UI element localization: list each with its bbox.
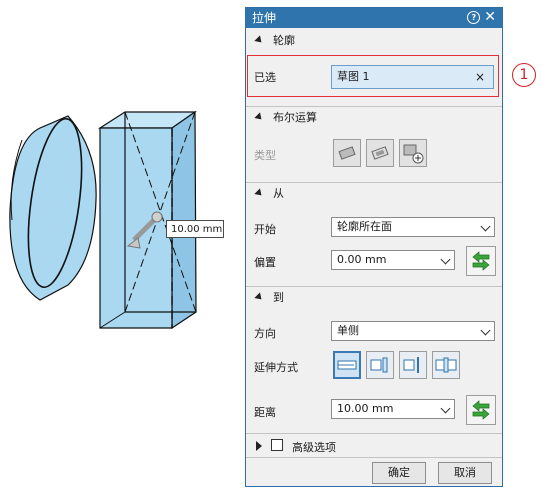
extend-through-all-button[interactable]: [432, 351, 460, 379]
graphics-viewport[interactable]: 10.00 mm: [0, 0, 240, 497]
flip-direction-button[interactable]: [466, 395, 496, 425]
ok-button[interactable]: 确定: [372, 462, 426, 484]
offset-label: 偏置: [254, 256, 276, 269]
subtract-body-icon: [371, 146, 389, 160]
dialog-title: 拉伸: [252, 11, 277, 25]
advanced-options-label: 高级选项: [292, 441, 336, 454]
extend-blind-button[interactable]: [333, 351, 361, 379]
extend-blind-icon: [337, 360, 357, 370]
flip-offset-button[interactable]: [466, 246, 496, 276]
extend-to-next-button[interactable]: [366, 351, 394, 379]
start-select[interactable]: 轮廓所在面: [331, 217, 495, 237]
collapse-triangle-icon: [254, 35, 265, 46]
expand-triangle-icon[interactable]: [256, 441, 262, 451]
dialog-titlebar: 拉伸 ? ✕: [246, 8, 502, 28]
boolean-subtract-button[interactable]: [366, 139, 394, 167]
direction-label: 方向: [254, 327, 276, 340]
highlight-box: [247, 55, 499, 97]
extend-to-face-icon: [403, 357, 419, 373]
profile-header[interactable]: 轮廓: [246, 30, 502, 52]
distance-label: 距离: [254, 406, 276, 419]
dimension-input[interactable]: 10.00 mm: [166, 220, 224, 238]
help-icon[interactable]: ?: [467, 10, 481, 24]
cylinder-body[interactable]: [9, 115, 97, 301]
body-icon: [338, 146, 356, 160]
from-section: 从 开始 轮廓所在面 偏置 0.00 mm: [246, 182, 502, 287]
extend-to-face-button[interactable]: [399, 351, 427, 379]
advanced-section: 高级选项: [246, 433, 502, 458]
from-header[interactable]: 从: [246, 183, 502, 205]
collapse-triangle-icon: [254, 112, 265, 123]
callout-number: 1: [512, 63, 536, 87]
to-header[interactable]: 到: [246, 287, 502, 309]
button-bar: 确定 取消: [246, 457, 502, 487]
collapse-triangle-icon: [254, 188, 265, 199]
chevron-down-icon: [480, 325, 491, 336]
add-body-icon: [403, 144, 424, 164]
boolean-header[interactable]: 布尔运算: [246, 107, 502, 129]
type-label: 类型: [254, 149, 276, 162]
boolean-add-button[interactable]: [399, 139, 427, 167]
start-label: 开始: [254, 223, 276, 236]
distance-input[interactable]: 10.00 mm: [331, 399, 455, 419]
model-view[interactable]: [0, 0, 240, 497]
flip-arrows-icon: [472, 400, 490, 420]
extend-method-label: 延伸方式: [254, 361, 298, 374]
to-section: 到 方向 单侧 延伸方式 距离 10.00 mm: [246, 286, 502, 434]
extend-through-all-icon: [435, 357, 457, 373]
collapse-triangle-icon: [254, 292, 265, 303]
chevron-down-icon: [440, 254, 451, 265]
boolean-section: 布尔运算 类型: [246, 106, 502, 183]
cancel-button[interactable]: 取消: [438, 462, 492, 484]
chevron-down-icon: [440, 403, 451, 414]
boolean-new-body-button[interactable]: [333, 139, 361, 167]
chevron-down-icon: [480, 221, 491, 232]
advanced-options-checkbox[interactable]: [271, 439, 283, 451]
offset-input[interactable]: 0.00 mm: [331, 250, 455, 270]
direction-select[interactable]: 单侧: [331, 321, 495, 341]
extend-to-next-icon: [370, 357, 388, 373]
close-icon[interactable]: ✕: [484, 10, 496, 24]
flip-arrows-icon: [472, 251, 490, 271]
